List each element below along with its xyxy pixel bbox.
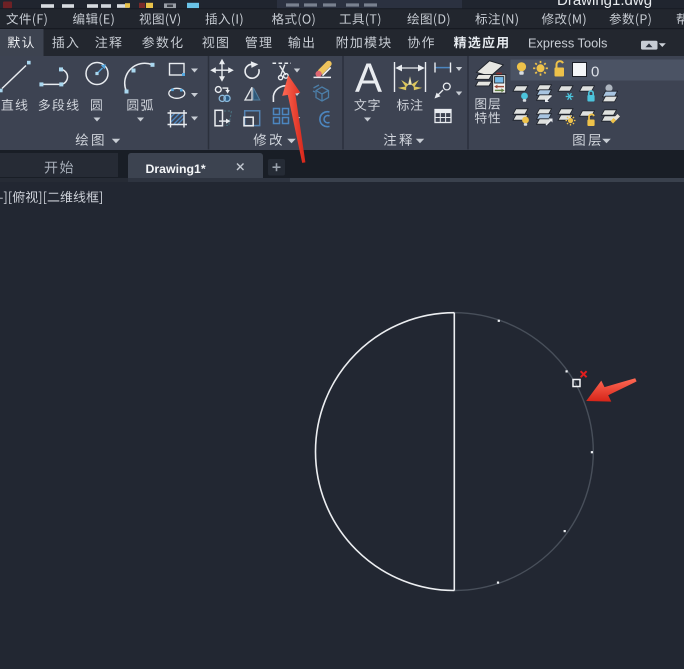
svg-text:A: A bbox=[355, 55, 382, 101]
svg-text:Express Tools: Express Tools bbox=[528, 36, 607, 51]
svg-text:Drawing1*: Drawing1* bbox=[146, 162, 206, 176]
svg-text:Drawing1.dwg: Drawing1.dwg bbox=[557, 0, 652, 9]
svg-text:0: 0 bbox=[591, 64, 599, 81]
